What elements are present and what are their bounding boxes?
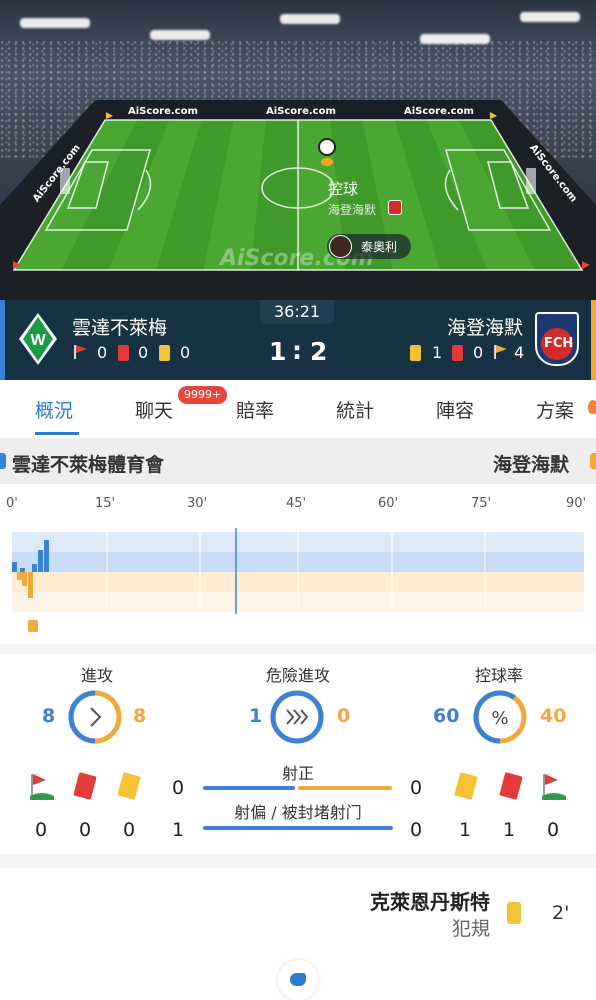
- away-red-card-count: 1: [503, 819, 516, 841]
- chevron-right-icon: [90, 707, 102, 727]
- away-team-name[interactable]: 海登海默: [447, 313, 523, 340]
- score-bar: W 雲達不萊梅 0 0 0 36:21 1 : 2 海登海默 1 0 4 FCH: [0, 300, 596, 380]
- away-corner-count: 4: [514, 343, 525, 362]
- tab-overview[interactable]: 概況: [35, 396, 73, 423]
- match-clock: 36:21: [274, 302, 321, 321]
- timeline-tick: 75': [471, 496, 492, 511]
- timeline-tick: 30': [187, 496, 208, 511]
- yellow-card-icon: [410, 345, 421, 361]
- event-minute: 2': [552, 902, 570, 924]
- away-team-logo[interactable]: FCH: [535, 312, 579, 366]
- home-corner-flag-icon: [30, 774, 54, 800]
- yellow-card-icon: [159, 345, 170, 361]
- event-team: 海登海默: [328, 203, 377, 217]
- away-yellow-count: 1: [432, 343, 443, 362]
- ad-board-text: AiScore.com: [128, 106, 198, 117]
- timeline-away-name: 海登海默: [493, 454, 570, 476]
- shots-off-target-label: 射偏 / 被封堵射门: [234, 803, 362, 822]
- dangerous-attack-ring: [270, 690, 324, 744]
- event-row[interactable]: 克萊恩丹斯特 犯規 2': [0, 880, 596, 942]
- possession-label: 控球率: [474, 666, 523, 685]
- home-yellow-count: 0: [180, 343, 191, 362]
- home-corner-count: 0: [35, 819, 48, 841]
- away-shots-off-target: 1: [459, 819, 472, 841]
- home-shots-on-target: 0: [172, 777, 185, 799]
- ad-board-text: AiScore.com: [266, 106, 336, 117]
- stat-rings: %: [68, 690, 527, 744]
- soccer-ball-icon: [318, 138, 336, 156]
- yellow-card-icon: [507, 902, 521, 924]
- score-separator: :: [292, 336, 302, 365]
- tab-plans[interactable]: 方案: [536, 396, 574, 423]
- event-player-name: 克萊恩丹斯特: [370, 890, 490, 914]
- dangerous-attack-label: 危險進攻: [265, 666, 330, 685]
- on-target-away-bar: [298, 786, 392, 790]
- corner-kick-icon: [72, 345, 88, 359]
- player-name: 泰奧利: [361, 240, 398, 254]
- tab-lineup[interactable]: 陣容: [436, 396, 474, 423]
- attack-ring: [68, 690, 122, 744]
- event-title: 控球: [328, 180, 359, 198]
- timeline-tick: 15': [95, 496, 116, 511]
- tab-chat[interactable]: 聊天: [135, 396, 173, 423]
- attack-momentum-chart: [12, 528, 584, 632]
- off-target-home-bar: [203, 826, 393, 830]
- home-red-count: 0: [138, 343, 149, 362]
- fire-icon: [588, 400, 596, 414]
- active-tab-indicator: [35, 432, 79, 435]
- event-type: 犯規: [451, 918, 490, 940]
- ad-board-text: AiScore.com: [404, 106, 474, 117]
- tab-odds[interactable]: 賠率: [236, 396, 274, 423]
- home-color-strip: [0, 300, 5, 380]
- home-red-card-count: 0: [79, 819, 92, 841]
- away-corner-count: 0: [547, 819, 560, 841]
- home-team-logo[interactable]: W: [18, 312, 58, 366]
- live-pitch-animation: AiScore.com AiScore.com AiScore.com AiSc…: [0, 0, 596, 300]
- timeline-tick: 45': [286, 496, 307, 511]
- away-color-marker: [590, 453, 596, 469]
- red-card-icon: [118, 345, 129, 361]
- home-team-name[interactable]: 雲達不萊梅: [72, 313, 167, 340]
- away-corner-flag-icon: [542, 774, 566, 800]
- team-crest-icon: [388, 200, 402, 215]
- shots-on-target-label: 射正: [281, 764, 314, 783]
- away-red-count: 0: [473, 343, 484, 362]
- home-corner-count: 0: [97, 343, 108, 362]
- away-yellow-card-count: 0: [410, 819, 423, 841]
- attack-label: 進攻: [80, 666, 113, 685]
- home-score: 1: [269, 337, 287, 366]
- home-shots-off-target: 1: [172, 819, 185, 841]
- percent-icon: %: [491, 708, 508, 729]
- whistle-icon: [278, 960, 318, 1000]
- away-score: 2: [310, 337, 328, 366]
- triple-chevron-icon: [286, 709, 309, 725]
- svg-text:W: W: [30, 332, 46, 349]
- timeline-tick: 60': [378, 496, 399, 511]
- timeline-home-name: 雲達不萊梅體育會: [12, 454, 165, 476]
- red-card-icon: [452, 345, 463, 361]
- timeline-tick: 90': [566, 496, 587, 511]
- home-yellow-card-count: 0: [123, 819, 136, 841]
- tab-bar: 概況 聊天 9999+ 賠率 統計 陣容 方案: [0, 380, 596, 438]
- player-avatar: [329, 235, 352, 258]
- tab-stats[interactable]: 統計: [336, 396, 374, 423]
- possession-marker-icon: [321, 158, 333, 166]
- on-target-home-bar: [203, 786, 295, 790]
- away-color-strip: [591, 300, 596, 380]
- timeline-tick: 0': [6, 496, 18, 511]
- home-color-marker: [0, 453, 6, 469]
- chat-unread-badge: 9999+: [178, 386, 228, 404]
- corner-kick-icon: [492, 345, 508, 359]
- player-pill: 泰奧利: [327, 234, 411, 259]
- away-shots-on-target: 0: [410, 777, 423, 799]
